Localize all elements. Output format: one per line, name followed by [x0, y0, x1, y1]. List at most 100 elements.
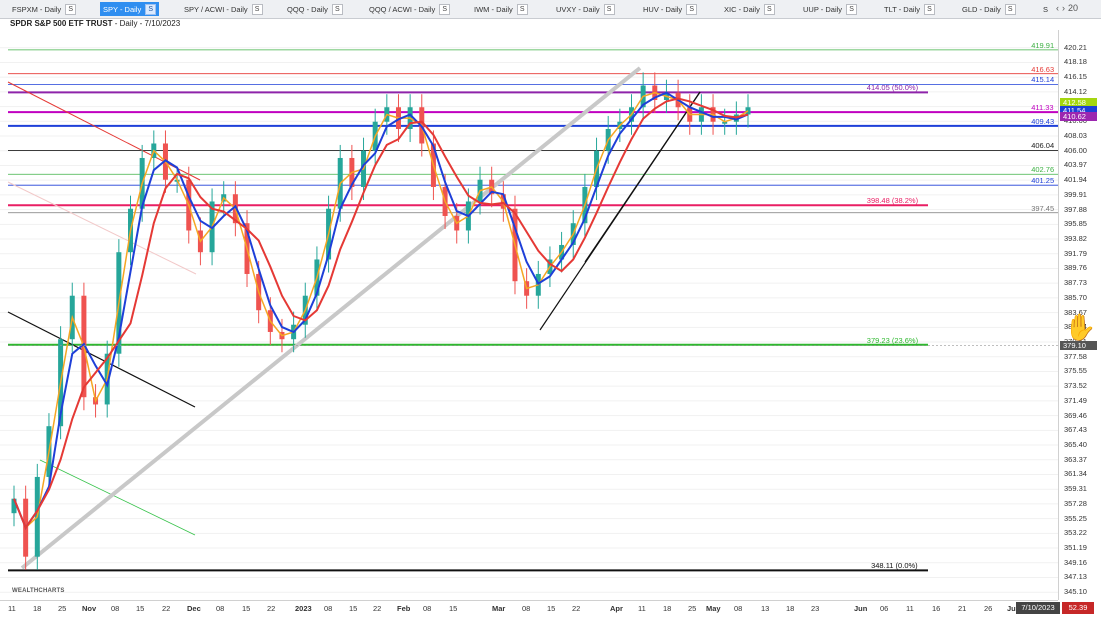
x-tick-label: 11 — [8, 604, 16, 613]
x-tick-label: 22 — [267, 604, 276, 613]
tab-scan-badge[interactable]: S — [846, 3, 858, 15]
level-label: 379.23 (23.6%) — [866, 335, 919, 345]
tab-scan-badge[interactable]: S — [686, 3, 698, 15]
y-tick-label: 351.19 — [1064, 543, 1087, 553]
chart-symbol-name: SPDR S&P 500 ETF TRUST — [10, 19, 113, 28]
y-tick-label: 408.03 — [1064, 131, 1087, 141]
tab-6[interactable]: UVXY - Daily S — [556, 2, 615, 16]
level-label: 411.33 — [1031, 103, 1054, 113]
tabs-count[interactable]: 20 — [1068, 3, 1078, 13]
tab-scan-badge[interactable]: S — [145, 3, 157, 15]
x-tick-label: 15 — [449, 604, 458, 613]
tab-label: SPY - Daily — [103, 4, 142, 14]
tab-scan-badge[interactable]: S — [516, 3, 528, 15]
y-tick-label: 406.00 — [1064, 145, 1087, 155]
tab-label: IWM - Daily — [474, 4, 513, 14]
candle-body — [745, 107, 751, 115]
trend-line — [39, 459, 196, 536]
y-tick-label: 363.37 — [1064, 454, 1087, 464]
x-tick-label: Ju — [1007, 604, 1016, 613]
x-tick-label: 11 — [906, 604, 914, 613]
tab-scan-badge[interactable]: S — [923, 3, 935, 15]
tab-0[interactable]: FSPXM - Daily S — [12, 2, 77, 16]
y-tick-label: 397.88 — [1064, 204, 1087, 214]
y-tick-label: 401.94 — [1064, 175, 1087, 185]
x-tick-label: 18 — [33, 604, 42, 613]
tab-label: HUV - Daily — [643, 4, 683, 14]
chart-meta: - Daily - 7/10/2023 — [112, 19, 181, 28]
x-tick-label: 25 — [58, 604, 67, 613]
level-label: 416.63 — [1031, 64, 1055, 74]
x-tick-label: 08 — [522, 604, 531, 613]
y-tick-label: 416.15 — [1064, 72, 1087, 82]
trend-line — [7, 311, 196, 408]
x-tick-label: May — [706, 604, 721, 613]
tab-8[interactable]: XIC - Daily S — [724, 2, 775, 16]
x-tick-label: Jun — [854, 604, 868, 613]
x-tick-label: 26 — [984, 604, 993, 613]
tab-5[interactable]: IWM - Daily S — [474, 2, 528, 16]
y-tick-label: 389.76 — [1064, 263, 1087, 273]
x-tick-label: 08 — [734, 604, 743, 613]
tab-scan-badge[interactable]: S — [1004, 3, 1016, 15]
hand-cursor-icon: ✋ — [1064, 312, 1097, 342]
tabs-next-icon[interactable]: › — [1062, 3, 1065, 13]
tab-10[interactable]: TLT - Daily S — [884, 2, 935, 16]
y-tick-label: 414.12 — [1064, 86, 1087, 96]
x-tick-label: 08 — [423, 604, 432, 613]
y-tick-label: 418.18 — [1064, 57, 1087, 67]
tab-scan-badge[interactable]: S — [65, 3, 77, 15]
x-tick-label: 18 — [663, 604, 672, 613]
tab-scan-badge[interactable]: S — [439, 3, 451, 15]
tab-label: SPY / ACWI - Daily — [184, 4, 248, 14]
level-label: 406.04 — [1031, 141, 1055, 151]
x-tick-label: Mar — [492, 604, 506, 613]
chart-title: SPDR S&P 500 ETF TRUST - Daily - 7/10/20… — [10, 19, 180, 28]
tab-11[interactable]: GLD - Daily S — [962, 2, 1016, 16]
x-tick-label: Dec — [187, 604, 201, 613]
tab-label: UVXY - Daily — [556, 4, 600, 14]
x-tick-label: 08 — [216, 604, 225, 613]
y-tick-label: 393.82 — [1064, 234, 1087, 244]
y-tick-label: 395.85 — [1064, 219, 1087, 229]
x-tick-label: 21 — [958, 604, 967, 613]
tab-4[interactable]: QQQ / ACWI - Daily S — [369, 2, 451, 16]
tab-7[interactable]: HUV - Daily S — [643, 2, 698, 16]
tab-label: QQQ - Daily — [287, 4, 328, 14]
y-tick-label: 377.58 — [1064, 351, 1087, 361]
tab-2[interactable]: SPY / ACWI - Daily S — [184, 2, 263, 16]
x-tick-label: 06 — [880, 604, 889, 613]
x-tick-label: 2023 — [295, 604, 312, 613]
tab-scan-badge[interactable]: S — [763, 3, 775, 15]
y-tick-label: 385.70 — [1064, 292, 1087, 302]
y-tick-label: 365.40 — [1064, 440, 1087, 450]
tab-label: XIC - Daily — [724, 4, 760, 14]
y-tick-label: 349.16 — [1064, 557, 1087, 567]
tab-label: FSPXM - Daily — [12, 4, 62, 14]
tab-bar: FSPXM - Daily S SPY - Daily S SPY / ACWI - D… — [0, 0, 1101, 19]
level-label: 401.25 — [1031, 176, 1055, 186]
price-chart[interactable] — [0, 30, 1058, 600]
tab-label: QQQ / ACWI - Daily — [369, 4, 436, 14]
tab-9[interactable]: UUP - Daily S — [803, 2, 858, 16]
date-axis[interactable]: 11 18 25 Nov 08 15 22 Dec 08 15 22 2023 08 15 22 Feb 08 1… — [0, 600, 1058, 619]
x-tick-label: 11 — [638, 604, 646, 613]
tab-scan-badge[interactable]: S — [603, 3, 615, 15]
level-label: 409.43 — [1031, 116, 1055, 126]
tab-12[interactable]: S — [1043, 2, 1048, 16]
level-label: 419.91 — [1031, 40, 1055, 50]
y-tick-label: 391.79 — [1064, 248, 1087, 258]
level-label: 402.76 — [1031, 165, 1055, 175]
x-tick-label: 15 — [547, 604, 556, 613]
tab-scan-badge[interactable]: S — [331, 3, 343, 15]
y-tick-label: 355.25 — [1064, 513, 1087, 523]
last-value-tag: 52.39 — [1062, 602, 1094, 614]
tab-3[interactable]: QQQ - Daily S — [287, 2, 343, 16]
tab-1[interactable]: SPY - Daily S — [100, 2, 160, 16]
y-tick-label: 347.13 — [1064, 572, 1087, 582]
tabs-prev-icon[interactable]: ‹ — [1056, 3, 1059, 13]
level-label: 348.11 (0.0%) — [871, 561, 918, 571]
tab-scan-badge[interactable]: S — [251, 3, 263, 15]
last-date-tag: 7/10/2023 — [1016, 602, 1060, 614]
y-tick-label: 353.22 — [1064, 528, 1087, 538]
